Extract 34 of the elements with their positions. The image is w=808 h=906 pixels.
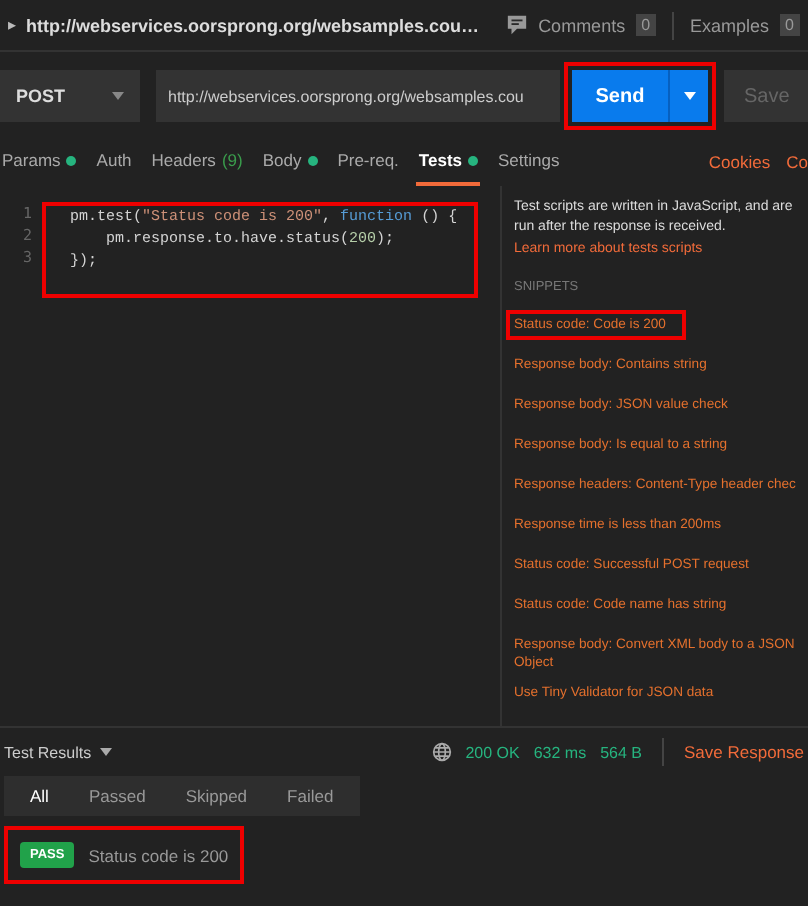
filter-tab[interactable]: Passed [70,786,164,806]
caret-icon [683,92,695,100]
tab[interactable]: Tests [416,138,480,186]
comment-icon [506,14,529,36]
globe-icon[interactable] [431,742,452,762]
time-text: 632 ms [533,743,587,761]
send-dropdown-button[interactable] [668,70,708,122]
tab[interactable]: Pre-req. [335,138,401,186]
caret-icon [112,92,124,100]
test-results-dropdown[interactable]: Test Results [4,743,112,761]
tab[interactable]: Settings [496,138,562,186]
expand-icon[interactable]: ▸ [8,16,16,34]
result-text: Status code is 200 [88,845,229,865]
comments-link[interactable]: Comments [538,15,626,35]
filter-tab[interactable]: Failed [269,786,352,806]
request-title: http://webservices.oorsprong.org/websamples.cou… [26,15,482,35]
examples-link[interactable]: Examples [690,15,770,35]
link[interactable]: Co [786,152,808,172]
comments-count: 0 [635,14,657,36]
caret-icon [99,748,112,756]
examples-count: 0 [779,14,800,36]
link[interactable]: Cookies [708,152,771,172]
tab[interactable]: Body [260,138,320,186]
save-response-button[interactable]: Save Response [683,742,804,762]
send-button[interactable]: Send [572,70,668,122]
size-text: 564 B [600,743,642,761]
filter-tab[interactable]: All [12,786,67,806]
filter-tab[interactable]: Skipped [167,786,266,806]
url-field[interactable]: http://webservices.oorsprong.org/websamples.cou [156,70,560,122]
tab[interactable]: Auth [94,138,134,186]
status-text: 200 OK [465,743,520,761]
method-dropdown[interactable]: POST [0,70,140,122]
tab[interactable]: Params [0,138,79,186]
tab[interactable]: Headers (9) [149,138,245,186]
